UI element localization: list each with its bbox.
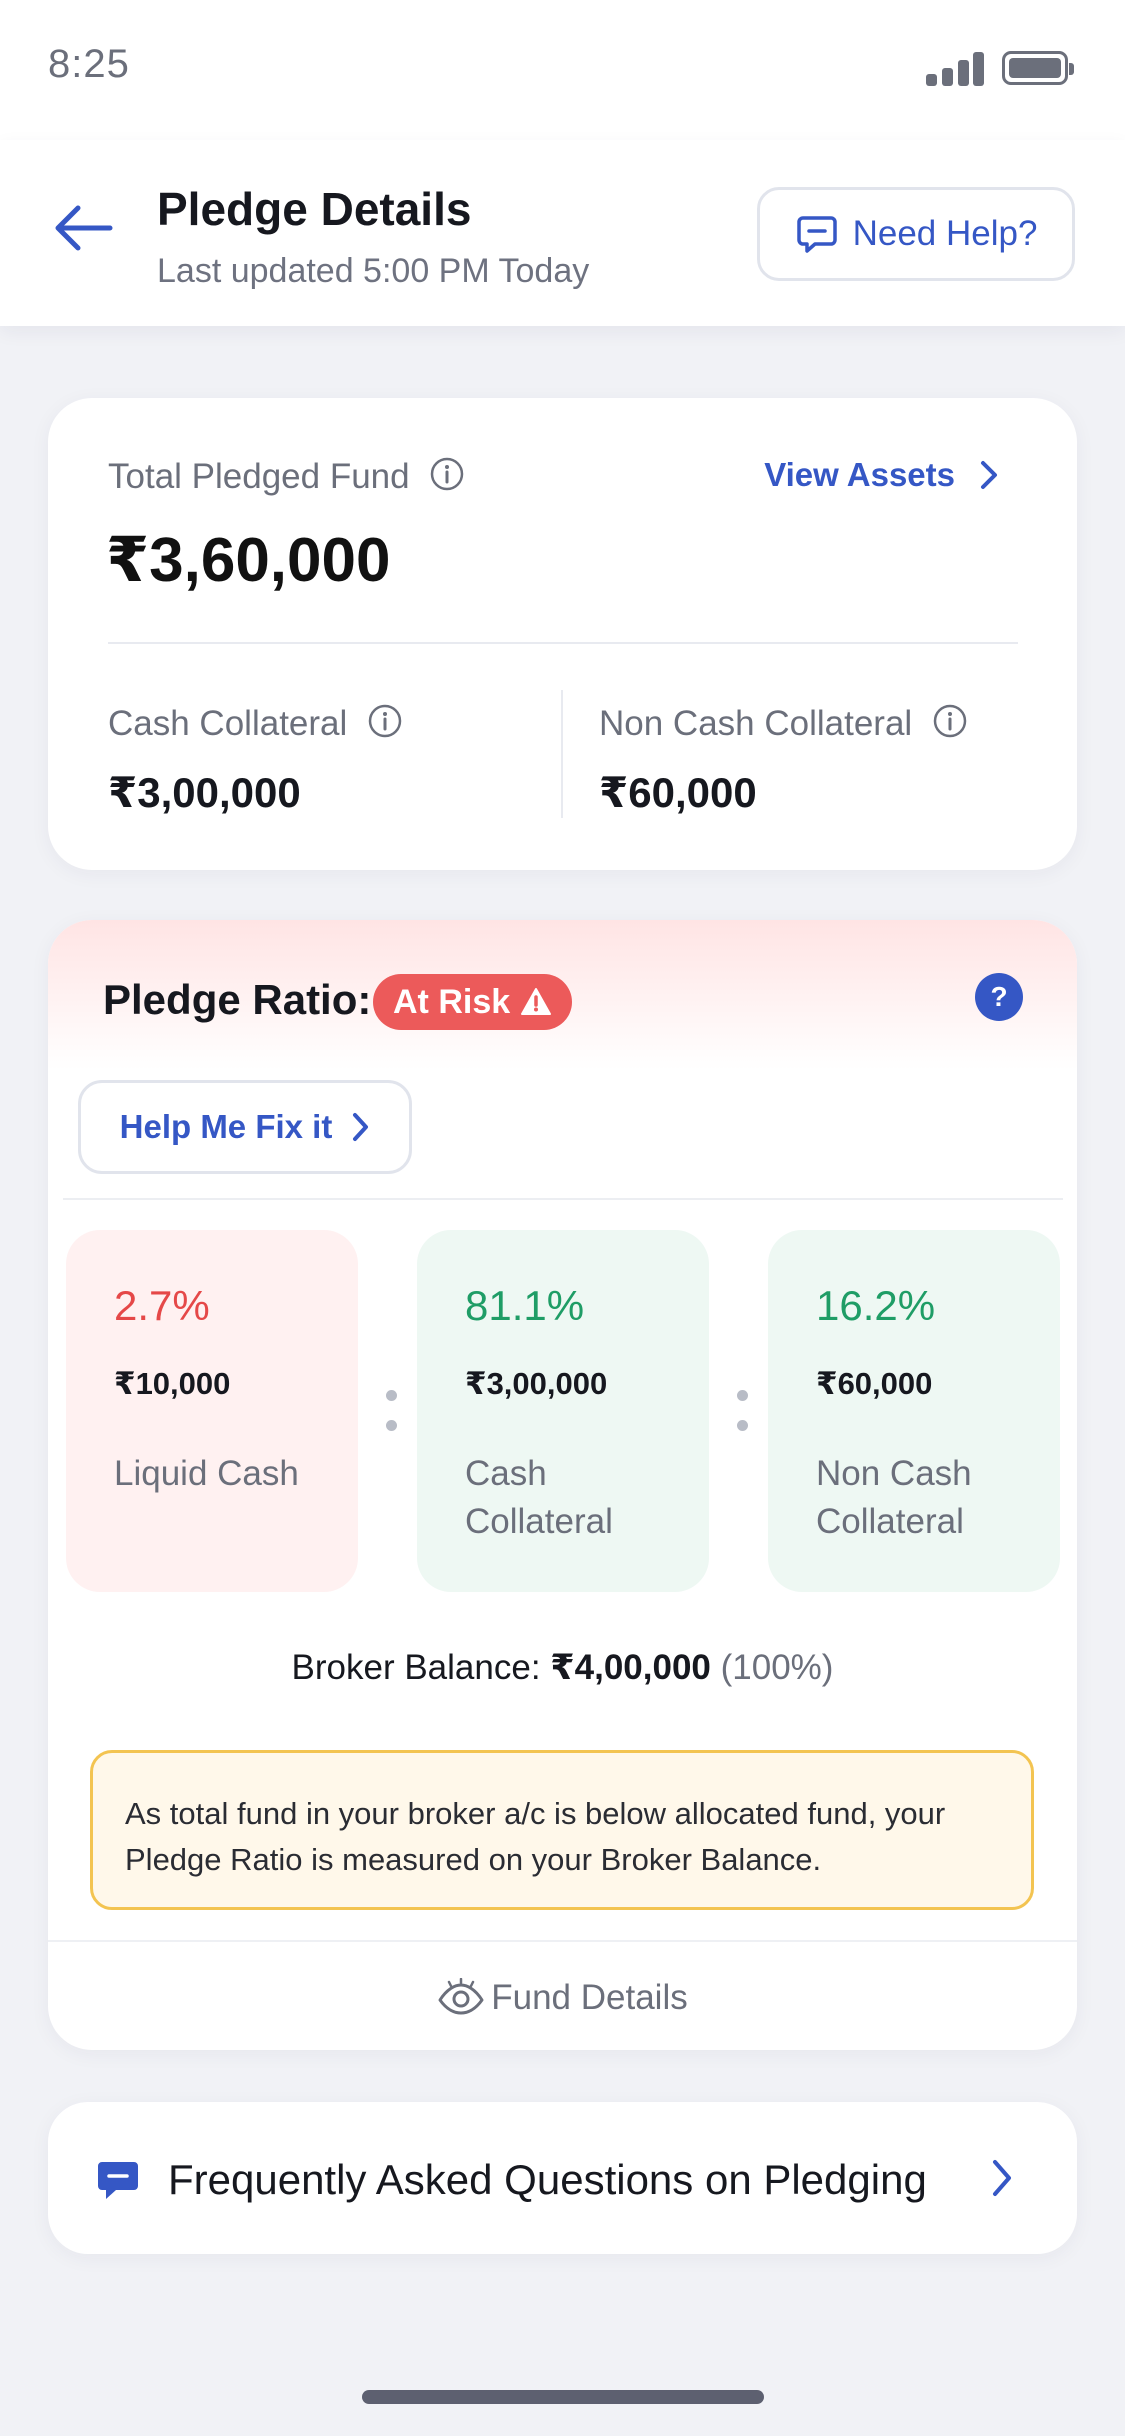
liquid-cash-tile: 2.7% ₹10,000 Liquid Cash bbox=[66, 1230, 358, 1592]
chevron-right-icon bbox=[353, 1113, 369, 1141]
help-me-fix-label: Help Me Fix it bbox=[119, 1108, 333, 1145]
status-time: 8:25 bbox=[48, 42, 130, 86]
fund-details-button[interactable]: Fund Details bbox=[48, 1968, 1077, 2028]
info-icon[interactable] bbox=[429, 456, 465, 492]
ratio-separator bbox=[737, 1390, 749, 1438]
non-cash-collateral-tile-label: Non Cash Collateral bbox=[816, 1454, 972, 1541]
header: Pledge Details Last updated 5:00 PM Toda… bbox=[0, 140, 1125, 326]
non-cash-collateral-value: ₹60,000 bbox=[599, 769, 757, 816]
cash-collateral-label: Cash Collateral bbox=[108, 704, 348, 743]
back-arrow-icon bbox=[55, 205, 113, 251]
non-cash-collateral-tile: 16.2% ₹60,000 Non Cash Collateral bbox=[768, 1230, 1060, 1592]
cash-collateral-percent: 81.1% bbox=[465, 1282, 585, 1329]
eye-icon bbox=[438, 1978, 484, 2015]
broker-balance-row: Broker Balance: ₹4,00,000 (100%) bbox=[48, 1648, 1077, 1688]
chevron-right-icon bbox=[981, 461, 997, 489]
divider bbox=[48, 1940, 1077, 1942]
status-bar: 8:25 bbox=[0, 0, 1125, 140]
signal-icon bbox=[926, 50, 984, 86]
info-note: As total fund in your broker a/c is belo… bbox=[90, 1750, 1034, 1910]
total-pledged-label-row: Total Pledged Fund bbox=[108, 456, 465, 497]
question-icon[interactable]: ? bbox=[974, 972, 1024, 1022]
liquid-cash-percent: 2.7% bbox=[114, 1282, 210, 1329]
faq-chat-icon bbox=[98, 2162, 138, 2199]
broker-balance-value: ₹4,00,000 bbox=[550, 1648, 711, 1687]
svg-text:?: ? bbox=[990, 981, 1007, 1012]
divider bbox=[108, 642, 1018, 644]
non-cash-collateral-percent: 16.2% bbox=[816, 1282, 936, 1329]
cash-collateral-label-row: Cash Collateral bbox=[108, 703, 403, 744]
pledge-ratio-card: Pledge Ratio: At Risk ? Help Me Fix it 2… bbox=[48, 920, 1077, 2050]
liquid-cash-amount: ₹10,000 bbox=[114, 1366, 231, 1401]
cash-collateral-tile: 81.1% ₹3,00,000 Cash Collateral bbox=[417, 1230, 709, 1592]
info-icon[interactable] bbox=[367, 703, 403, 739]
cash-collateral-amount: ₹3,00,000 bbox=[465, 1366, 608, 1401]
chevron-right-icon bbox=[993, 2160, 1011, 2196]
chat-help-icon bbox=[796, 216, 837, 253]
warning-icon bbox=[521, 988, 552, 1015]
need-help-label: Need Help? bbox=[852, 214, 1038, 253]
help-me-fix-button[interactable]: Help Me Fix it bbox=[78, 1080, 412, 1174]
total-pledged-label: Total Pledged Fund bbox=[108, 457, 410, 496]
broker-balance-label: Broker Balance: bbox=[291, 1648, 541, 1687]
view-assets-label: View Assets bbox=[764, 456, 955, 493]
non-cash-collateral-label-row: Non Cash Collateral bbox=[599, 703, 968, 744]
page-title: Pledge Details bbox=[157, 183, 472, 235]
faq-label: Frequently Asked Questions on Pledging bbox=[168, 2156, 927, 2203]
liquid-cash-label: Liquid Cash bbox=[114, 1454, 299, 1493]
divider bbox=[561, 690, 563, 818]
ratio-separator bbox=[386, 1390, 398, 1438]
faq-link[interactable]: Frequently Asked Questions on Pledging bbox=[48, 2102, 1077, 2254]
total-pledged-card: Total Pledged Fund ₹3,60,000 View Assets… bbox=[48, 398, 1077, 870]
status-badge: At Risk bbox=[373, 974, 573, 1030]
battery-icon bbox=[1002, 51, 1074, 85]
status-badge-label: At Risk bbox=[393, 982, 511, 1021]
pledge-ratio-title: Pledge Ratio: bbox=[103, 976, 372, 1023]
info-icon[interactable] bbox=[932, 703, 968, 739]
need-help-button[interactable]: Need Help? bbox=[757, 187, 1075, 281]
total-pledged-value: ₹3,60,000 bbox=[106, 526, 391, 595]
view-assets-link[interactable]: View Assets bbox=[764, 456, 999, 494]
divider bbox=[63, 1198, 1063, 1200]
cash-collateral-value: ₹3,00,000 bbox=[108, 769, 301, 816]
last-updated-text: Last updated 5:00 PM Today bbox=[157, 252, 590, 290]
home-indicator[interactable] bbox=[362, 2390, 764, 2404]
back-button[interactable] bbox=[48, 200, 118, 256]
non-cash-collateral-label: Non Cash Collateral bbox=[599, 704, 913, 743]
broker-balance-percent: (100%) bbox=[720, 1648, 834, 1687]
cash-collateral-tile-label: Cash Collateral bbox=[465, 1454, 613, 1541]
non-cash-collateral-amount: ₹60,000 bbox=[816, 1366, 933, 1401]
fund-details-label: Fund Details bbox=[491, 1978, 688, 2017]
